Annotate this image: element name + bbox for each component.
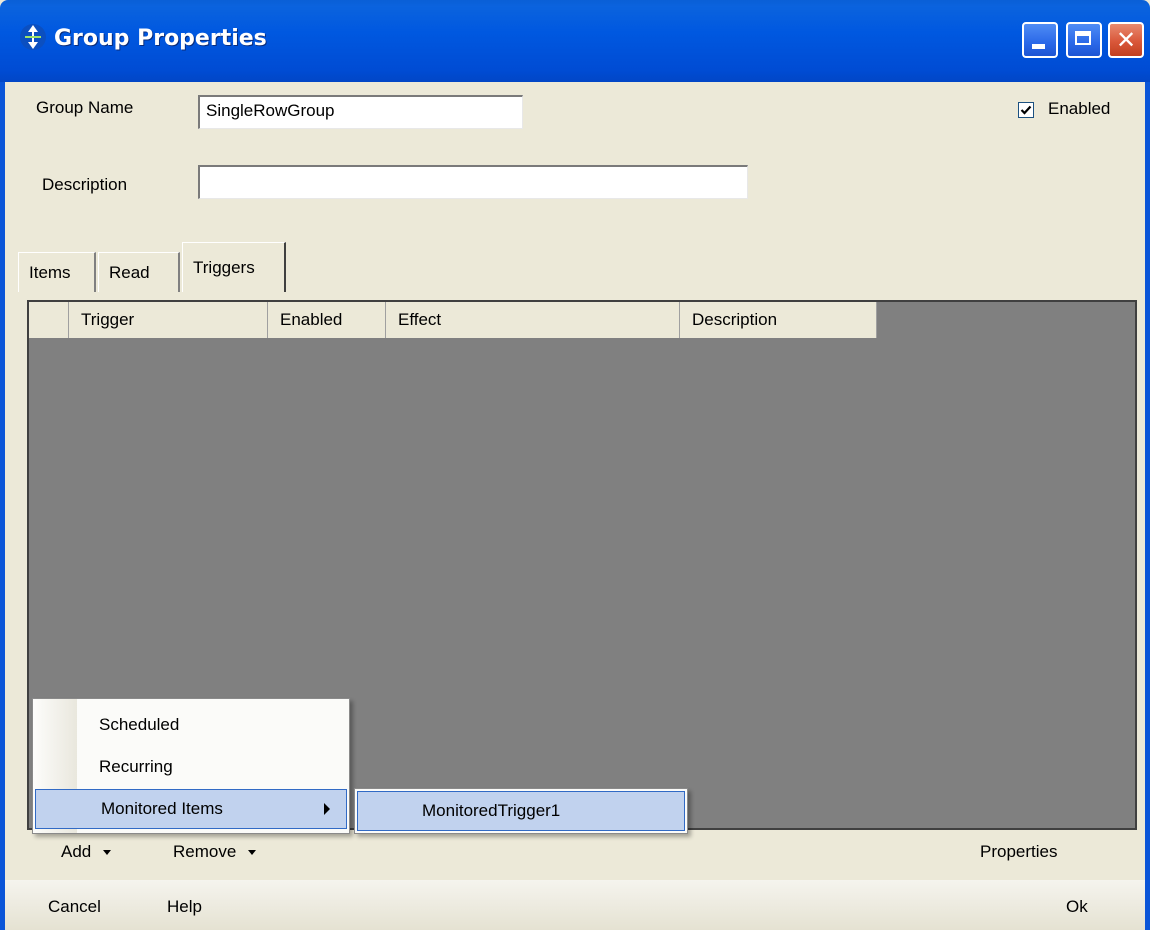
- app-icon: [20, 24, 46, 50]
- column-header-effect[interactable]: Effect: [386, 302, 680, 338]
- column-header-trigger[interactable]: Trigger: [69, 302, 268, 338]
- column-header-enabled[interactable]: Enabled: [268, 302, 386, 338]
- grid-header: Trigger Enabled Effect Description: [29, 302, 877, 338]
- tab-read-label: Read: [109, 263, 150, 282]
- menu-item-monitored-items-label: Monitored Items: [101, 799, 223, 818]
- group-name-field[interactable]: SingleRowGroup: [198, 95, 523, 129]
- title-bar[interactable]: Group Properties ✕: [0, 0, 1150, 82]
- column-header-description[interactable]: Description: [680, 302, 877, 338]
- description-label: Description: [42, 175, 128, 194]
- group-name-label: Group Name: [36, 98, 134, 117]
- enabled-label: Enabled: [1048, 99, 1111, 118]
- window-frame-left: [0, 82, 5, 930]
- window-title: Group Properties: [54, 26, 267, 51]
- add-label: Add: [61, 842, 92, 861]
- tab-triggers-label: Triggers: [193, 258, 255, 277]
- close-icon: ✕: [1115, 26, 1137, 54]
- add-dropdown-button[interactable]: Add: [61, 842, 112, 862]
- submenu-item-monitoredtrigger1[interactable]: MonitoredTrigger1: [357, 791, 685, 831]
- menu-item-scheduled[interactable]: Scheduled: [33, 705, 349, 745]
- ok-button[interactable]: Ok: [1066, 897, 1088, 917]
- cancel-button[interactable]: Cancel: [48, 897, 101, 917]
- remove-dropdown-button[interactable]: Remove: [173, 842, 257, 862]
- monitored-items-submenu: MonitoredTrigger1: [354, 788, 688, 834]
- remove-dropdown-arrow-icon: [248, 850, 257, 856]
- tab-items-label: Items: [29, 263, 71, 282]
- window-frame-right: [1145, 82, 1150, 930]
- minimize-button[interactable]: [1022, 22, 1058, 58]
- tab-triggers[interactable]: Triggers: [182, 242, 286, 292]
- enabled-checkbox[interactable]: [1018, 102, 1034, 118]
- checkmark-icon: [1020, 105, 1032, 115]
- add-menu: Scheduled Recurring Monitored Items: [32, 698, 350, 834]
- add-dropdown-arrow-icon: [103, 850, 112, 856]
- properties-button[interactable]: Properties: [980, 842, 1057, 862]
- maximize-button[interactable]: [1066, 22, 1102, 58]
- bottom-bar: Cancel Help Ok: [5, 880, 1145, 930]
- description-field[interactable]: [198, 165, 748, 199]
- remove-label: Remove: [173, 842, 237, 861]
- help-button[interactable]: Help: [167, 897, 202, 917]
- submenu-arrow-icon: [324, 803, 330, 815]
- menu-item-recurring[interactable]: Recurring: [33, 747, 349, 787]
- row-selector-header: [29, 302, 69, 338]
- menu-item-monitored-items[interactable]: Monitored Items: [35, 789, 347, 829]
- close-button[interactable]: ✕: [1108, 22, 1144, 58]
- tab-items[interactable]: Items: [18, 252, 96, 292]
- grid-toolbar: Add Remove Properties: [27, 830, 1137, 880]
- tab-read[interactable]: Read: [98, 252, 180, 292]
